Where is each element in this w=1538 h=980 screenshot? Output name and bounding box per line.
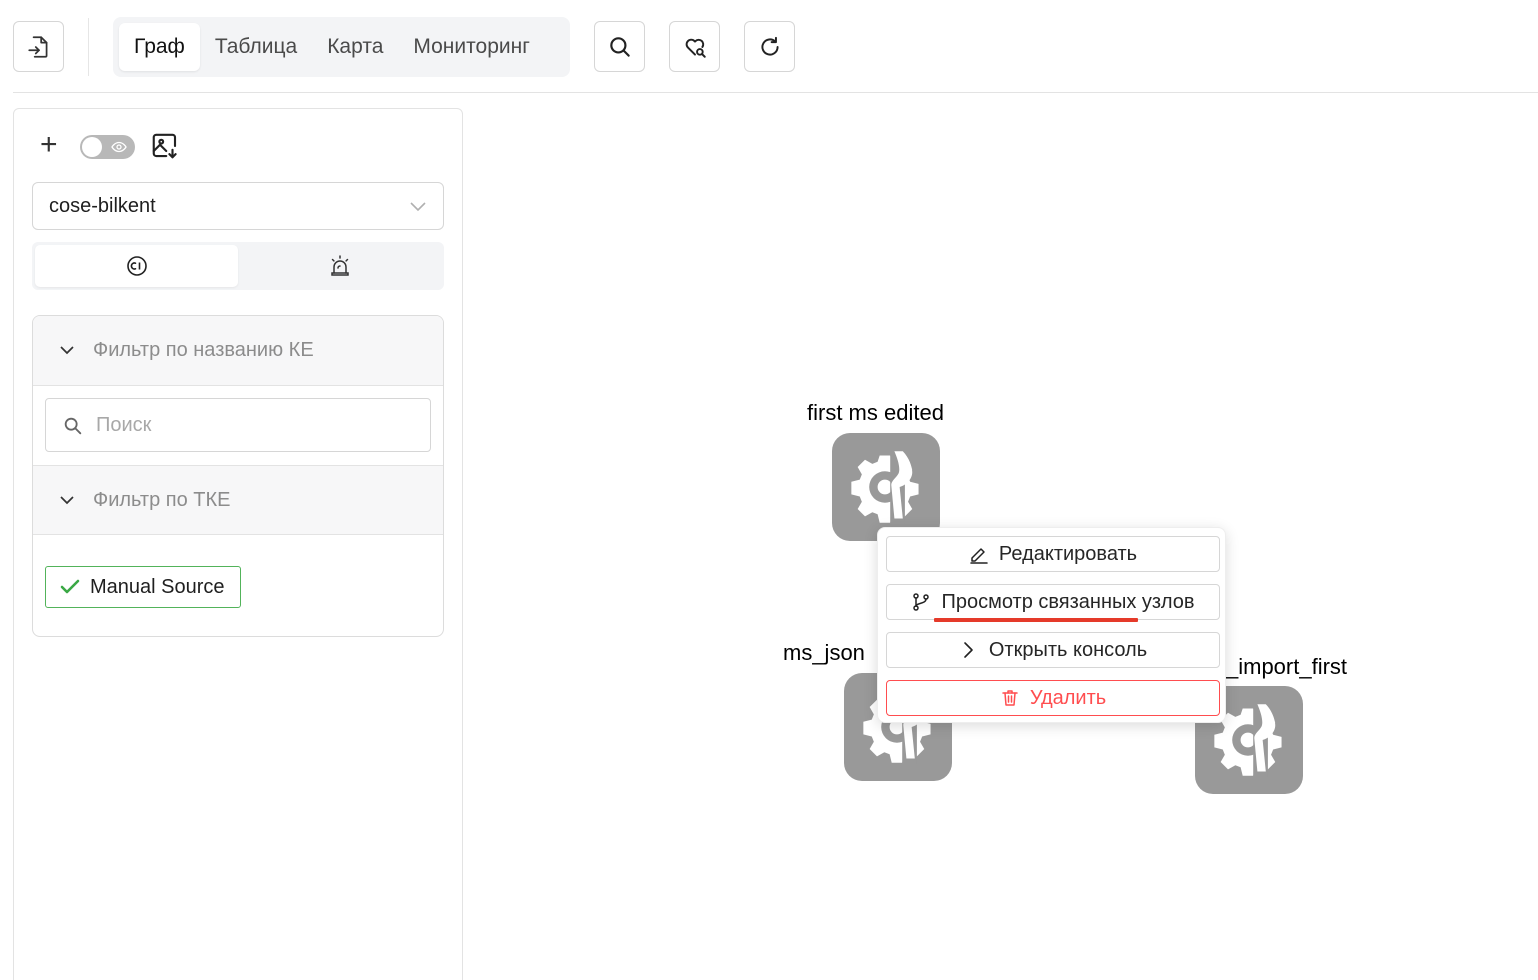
search-button[interactable] [594, 21, 645, 72]
edit-button[interactable]: Редактировать [886, 536, 1220, 572]
file-import-icon [27, 35, 47, 58]
open-console-button[interactable]: Открыть консоль [886, 632, 1220, 668]
search-icon [64, 417, 82, 435]
search-box [45, 398, 431, 452]
view-related-nodes-button[interactable]: Просмотр связанных узлов [886, 584, 1220, 620]
segment-ci[interactable] [35, 245, 238, 287]
filters-panel: Фильтр по названию КЕ Фильтр по ТКЕ Manu… [32, 315, 444, 637]
annotation-underline [934, 618, 1138, 622]
layout-select[interactable]: cose-bilkent [32, 182, 444, 230]
filter-by-name-label: Фильтр по названию КЕ [93, 339, 314, 361]
header-divider [13, 92, 1538, 93]
image-export-icon[interactable] [150, 131, 180, 161]
node-label: ms_json [783, 640, 865, 665]
tag-manual-source[interactable]: Manual Source [45, 566, 241, 608]
trash-icon [1002, 690, 1018, 706]
sidebar: + cose-bilkent Фильтр по названию КЕ Пои… [13, 108, 463, 980]
add-icon[interactable]: + [40, 130, 58, 160]
toggle-knob [82, 137, 102, 157]
tag-label: Manual Source [90, 575, 225, 598]
view-related-nodes-label: Просмотр связанных узлов [941, 590, 1195, 613]
open-console-label: Открыть консоль [988, 638, 1148, 661]
eye-icon [111, 141, 127, 153]
segment-alerts[interactable] [238, 245, 441, 287]
node-label: first ms edited [807, 400, 944, 425]
delete-label: Удалить [1029, 686, 1107, 709]
refresh-button[interactable] [744, 21, 795, 72]
tab-map[interactable]: Карта [312, 23, 398, 71]
mode-segmented [32, 242, 444, 290]
delete-button[interactable]: Удалить [886, 680, 1220, 716]
search-icon [609, 36, 630, 57]
visibility-toggle[interactable] [80, 135, 135, 159]
refresh-icon [760, 36, 779, 55]
filter-by-name-header[interactable]: Фильтр по названию КЕ [33, 316, 443, 386]
favorites-search-button[interactable] [669, 21, 720, 72]
toolbar-divider [88, 18, 89, 76]
view-tabs: Граф Таблица Карта Мониторинг [113, 17, 570, 77]
layout-select-value: cose-bilkent [49, 194, 156, 217]
pencil-icon [970, 548, 988, 564]
branch-icon [913, 593, 930, 611]
graph-node[interactable] [832, 433, 940, 541]
siren-icon [330, 255, 349, 276]
import-button[interactable] [13, 21, 64, 72]
tab-table[interactable]: Таблица [200, 23, 312, 71]
filter-by-type-header[interactable]: Фильтр по ТКЕ [33, 465, 443, 535]
chevron-down-icon [60, 346, 74, 355]
chevron-down-icon [410, 202, 426, 212]
tab-monitoring[interactable]: Мониторинг [398, 23, 544, 71]
tab-graph[interactable]: Граф [119, 23, 200, 71]
node-context-menu: Редактировать Просмотр связанных узлов О… [877, 527, 1226, 723]
chevron-down-icon [60, 496, 74, 505]
check-icon [60, 579, 80, 594]
terminal-icon [964, 642, 973, 658]
edit-label: Редактировать [998, 542, 1138, 565]
search-input[interactable] [96, 409, 416, 441]
node-label: _import_first [1226, 654, 1348, 679]
heart-search-icon [685, 38, 706, 58]
microservice-icon [851, 451, 919, 525]
ci-icon [126, 256, 147, 276]
filter-by-type-label: Фильтр по ТКЕ [93, 488, 231, 511]
